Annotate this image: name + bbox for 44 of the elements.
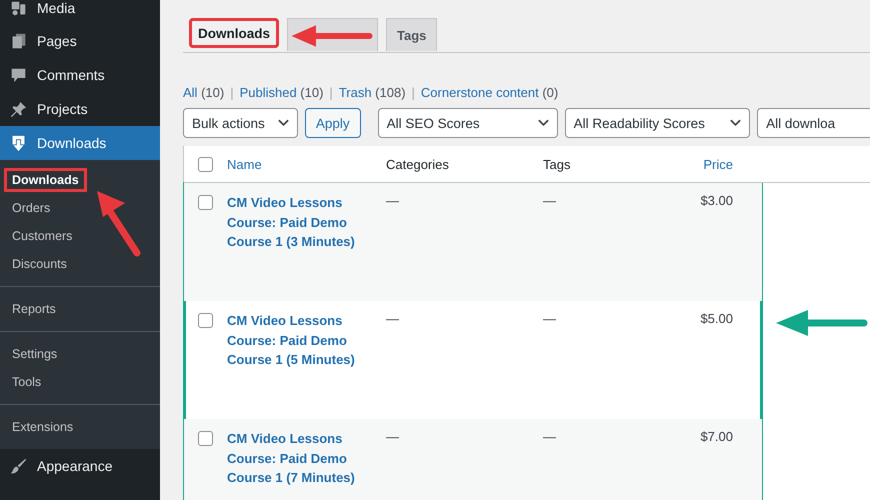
column-header: Categories [386, 156, 450, 172]
menu-item[interactable]: Pages [0, 24, 160, 58]
filter-dropdown[interactable]: All downloa [757, 108, 870, 138]
table-cell-text: — [543, 311, 557, 326]
separator: | [412, 85, 415, 100]
price-cell-text: $7.00 [699, 429, 733, 444]
submenu-item[interactable]: Reports [6, 299, 62, 319]
table-cell-text: — [543, 429, 557, 444]
menu-item[interactable]: Media [0, 0, 160, 24]
submenu-item[interactable]: Extensions [6, 417, 80, 437]
download-title-link[interactable]: CM Video Lessons Course: Paid Demo Course 1 (5 Minutes) [227, 311, 386, 370]
menu-item[interactable]: Comments [0, 58, 160, 92]
price-cell-text: $5.00 [699, 311, 733, 326]
submenu-item[interactable]: Customers [6, 226, 78, 246]
price-cell-text: $3.00 [699, 193, 733, 208]
submenu-item[interactable]: Downloads [6, 170, 85, 190]
filter-link[interactable]: Trash (108) [338, 85, 406, 100]
menu-item[interactable]: Downloads [0, 126, 160, 160]
column-header[interactable]: Name [227, 156, 386, 172]
menu-item[interactable]: Projects [0, 92, 160, 126]
apply-button[interactable]: Apply [304, 108, 361, 138]
submenu-item[interactable]: Orders [6, 198, 56, 218]
download-title-link[interactable]: CM Video Lessons Course: Paid Demo Course 1 (3 Minutes) [227, 193, 386, 252]
column-header[interactable]: Price [663, 156, 733, 172]
submenu-item[interactable]: Tools [6, 372, 48, 392]
filter-dropdown[interactable]: All Readability Scores [564, 108, 750, 138]
filter-link[interactable]: Published (10) [240, 85, 324, 100]
bulk-actions-dropdown[interactable]: Bulk actions [183, 108, 298, 138]
filter-dropdown[interactable]: All SEO Scores [378, 108, 558, 138]
menu-item[interactable]: Appearance [0, 449, 160, 483]
column-header: Tags [543, 156, 572, 172]
table-cell-text: — [386, 311, 400, 326]
table-cell-text: — [386, 193, 400, 208]
submenu-item[interactable]: Discounts [6, 254, 73, 274]
filter-link[interactable]: All (10) [183, 85, 224, 100]
submenu-item[interactable]: Settings [6, 344, 64, 364]
separator: | [329, 85, 333, 100]
download-title-link[interactable]: CM Video Lessons Course: Paid Demo Course 1 (7 Minutes) [227, 429, 386, 488]
separator: | [230, 85, 234, 100]
tab[interactable]: Tags [386, 18, 438, 51]
filter-link[interactable]: Cornerstone content (0) [420, 85, 558, 100]
tab[interactable]: Downloads [189, 18, 280, 48]
table-cell-text: — [543, 193, 557, 208]
table-cell-text: — [386, 429, 400, 444]
